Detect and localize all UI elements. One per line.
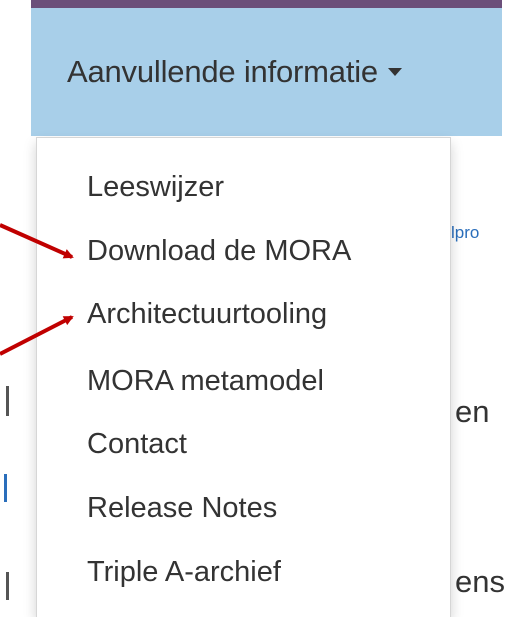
background-text-fragment: ens bbox=[455, 564, 505, 599]
menu-item-architectuurtooling[interactable]: Architectuurtooling bbox=[87, 298, 327, 331]
background-link-fragment[interactable]: lpro bbox=[451, 223, 479, 243]
dropdown-menu: Leeswijzer Download de MORA Architectuur… bbox=[36, 137, 451, 617]
menu-item-release-notes[interactable]: Release Notes bbox=[87, 492, 277, 525]
menu-item-contact[interactable]: Contact bbox=[87, 428, 187, 461]
menu-item-leeswijzer[interactable]: Leeswijzer bbox=[87, 171, 224, 204]
background-text-fragment: en bbox=[455, 394, 490, 429]
nav-dropdown-toggle[interactable]: Aanvullende informatie bbox=[31, 8, 502, 136]
menu-item-triple-a-archief[interactable]: Triple A-archief bbox=[87, 556, 281, 589]
menu-item-mora-metamodel[interactable]: MORA metamodel bbox=[87, 365, 324, 398]
nav-dropdown-text: Aanvullende informatie bbox=[67, 54, 378, 89]
background-link-glyph-fragment bbox=[0, 474, 7, 502]
caret-down-icon bbox=[387, 67, 402, 76]
nav-dropdown-label: Aanvullende informatie bbox=[67, 54, 402, 90]
top-border bbox=[31, 0, 502, 8]
background-glyph-fragment bbox=[0, 572, 9, 600]
background-glyph-fragment bbox=[0, 386, 9, 416]
menu-item-download-de-mora[interactable]: Download de MORA bbox=[87, 235, 351, 268]
